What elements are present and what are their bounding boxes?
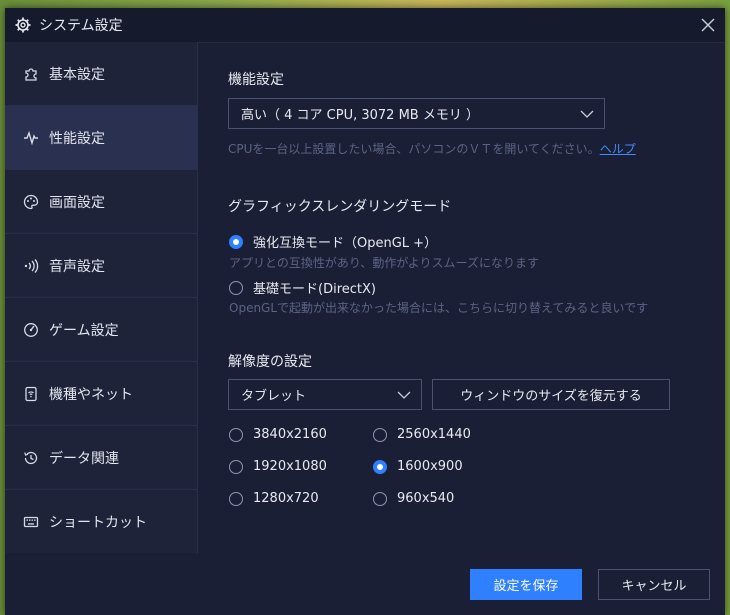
device-icon <box>23 386 39 402</box>
resolution-option[interactable]: 1280x720 <box>229 491 319 506</box>
system-settings-dialog: システム設定 基本設定 性能設定 画面設定 音声設定 ゲーム設定 機種やネット … <box>5 8 725 615</box>
graphics-heading: グラフィックスレンダリングモード <box>228 199 452 215</box>
title-bar: システム設定 <box>5 8 725 43</box>
resolution-label: 1600x900 <box>397 459 463 474</box>
sidebar-item-label: ゲーム設定 <box>49 322 119 339</box>
sound-icon <box>23 258 39 274</box>
resolution-label: 960x540 <box>397 491 455 506</box>
resolution-heading: 解像度の設定 <box>228 354 312 370</box>
performance-dropdown[interactable]: 高い（ 4 コア CPU, 3072 MB メモリ ） <box>228 98 605 129</box>
sidebar-item-sound[interactable]: 音声設定 <box>5 234 197 298</box>
radio-resolution[interactable] <box>373 459 387 474</box>
graphics-option-opengl[interactable]: 強化互換モード（OpenGL +） <box>229 232 437 251</box>
resolution-option[interactable]: 960x540 <box>373 491 454 506</box>
performance-selected-value: 高い（ 4 コア CPU, 3072 MB メモリ ） <box>241 108 479 123</box>
window-title: システム設定 <box>39 18 123 34</box>
chevron-down-icon <box>580 110 594 118</box>
resolution-label: 1280x720 <box>253 491 319 506</box>
resolution-option[interactable]: 2560x1440 <box>373 427 471 442</box>
cancel-button[interactable]: キャンセル <box>598 569 710 600</box>
sidebar-item-label: 画面設定 <box>49 194 105 211</box>
dialog-footer: 設定を保存 キャンセル <box>5 553 725 615</box>
vt-hint-text: CPUを一台以上設置したい場合、パソコンのＶＴを開いてください。 <box>228 142 600 156</box>
graphics-option-directx[interactable]: 基礎モード(DirectX) <box>229 278 376 297</box>
resolution-option[interactable]: 1600x900 <box>373 459 463 474</box>
palette-icon <box>23 194 39 210</box>
radio-resolution[interactable] <box>373 427 387 442</box>
sidebar-item-basic[interactable]: 基本設定 <box>5 42 197 106</box>
sidebar-item-label: ショートカット <box>49 514 147 531</box>
puzzle-icon <box>23 66 39 82</box>
sidebar-item-label: 音声設定 <box>49 258 105 275</box>
pulse-icon <box>23 130 39 146</box>
sidebar-item-label: 基本設定 <box>49 66 105 83</box>
graphics-option2-label: 基礎モード(DirectX) <box>253 282 376 297</box>
device-type-selected: タブレット <box>241 389 307 404</box>
sidebar-item-label: 性能設定 <box>49 130 105 147</box>
graphics-option1-label: 強化互換モード（OpenGL +） <box>253 236 438 251</box>
save-settings-button[interactable]: 設定を保存 <box>470 569 582 600</box>
resolution-option[interactable]: 1920x1080 <box>229 459 327 474</box>
gear-icon <box>15 17 31 33</box>
graphics-option1-desc: アプリとの互換性があり、動作がよりスムーズになります <box>229 256 539 270</box>
close-icon[interactable] <box>699 16 717 34</box>
vt-hint: CPUを一台以上設置したい場合、パソコンのＶＴを開いてください。ヘルプ <box>228 142 718 157</box>
sidebar-item-label: 機種やネット <box>49 386 133 403</box>
radio-resolution[interactable] <box>229 427 243 442</box>
sidebar-item-device-network[interactable]: 機種やネット <box>5 362 197 426</box>
help-link[interactable]: ヘルプ <box>600 142 636 156</box>
sidebar-item-display[interactable]: 画面設定 <box>5 170 197 234</box>
gamepad-icon <box>23 322 39 338</box>
settings-sidebar: 基本設定 性能設定 画面設定 音声設定 ゲーム設定 機種やネット データ関連 シ… <box>5 42 198 554</box>
keyboard-icon <box>23 514 39 530</box>
resolution-label: 3840x2160 <box>253 427 327 442</box>
resolution-label: 1920x1080 <box>253 459 327 474</box>
sidebar-item-label: データ関連 <box>49 450 119 467</box>
sidebar-item-shortcut[interactable]: ショートカット <box>5 490 197 554</box>
sidebar-item-data[interactable]: データ関連 <box>5 426 197 490</box>
resolution-label: 2560x1440 <box>397 427 471 442</box>
performance-heading: 機能設定 <box>228 72 284 88</box>
restore-window-size-button[interactable]: ウィンドウのサイズを復元する <box>432 379 670 410</box>
radio-opengl[interactable] <box>229 234 243 249</box>
sidebar-item-performance[interactable]: 性能設定 <box>5 106 197 170</box>
sidebar-item-game[interactable]: ゲーム設定 <box>5 298 197 362</box>
graphics-option2-desc: OpenGLで起動が出来なかった場合には、こちらに切り替えてみると良いです <box>229 301 649 315</box>
radio-resolution[interactable] <box>229 459 243 474</box>
radio-directx[interactable] <box>229 280 243 295</box>
device-type-dropdown[interactable]: タブレット <box>228 379 422 410</box>
history-icon <box>23 450 39 466</box>
radio-resolution[interactable] <box>373 491 387 506</box>
radio-resolution[interactable] <box>229 491 243 506</box>
resolution-option[interactable]: 3840x2160 <box>229 427 327 442</box>
chevron-down-icon <box>397 391 411 399</box>
